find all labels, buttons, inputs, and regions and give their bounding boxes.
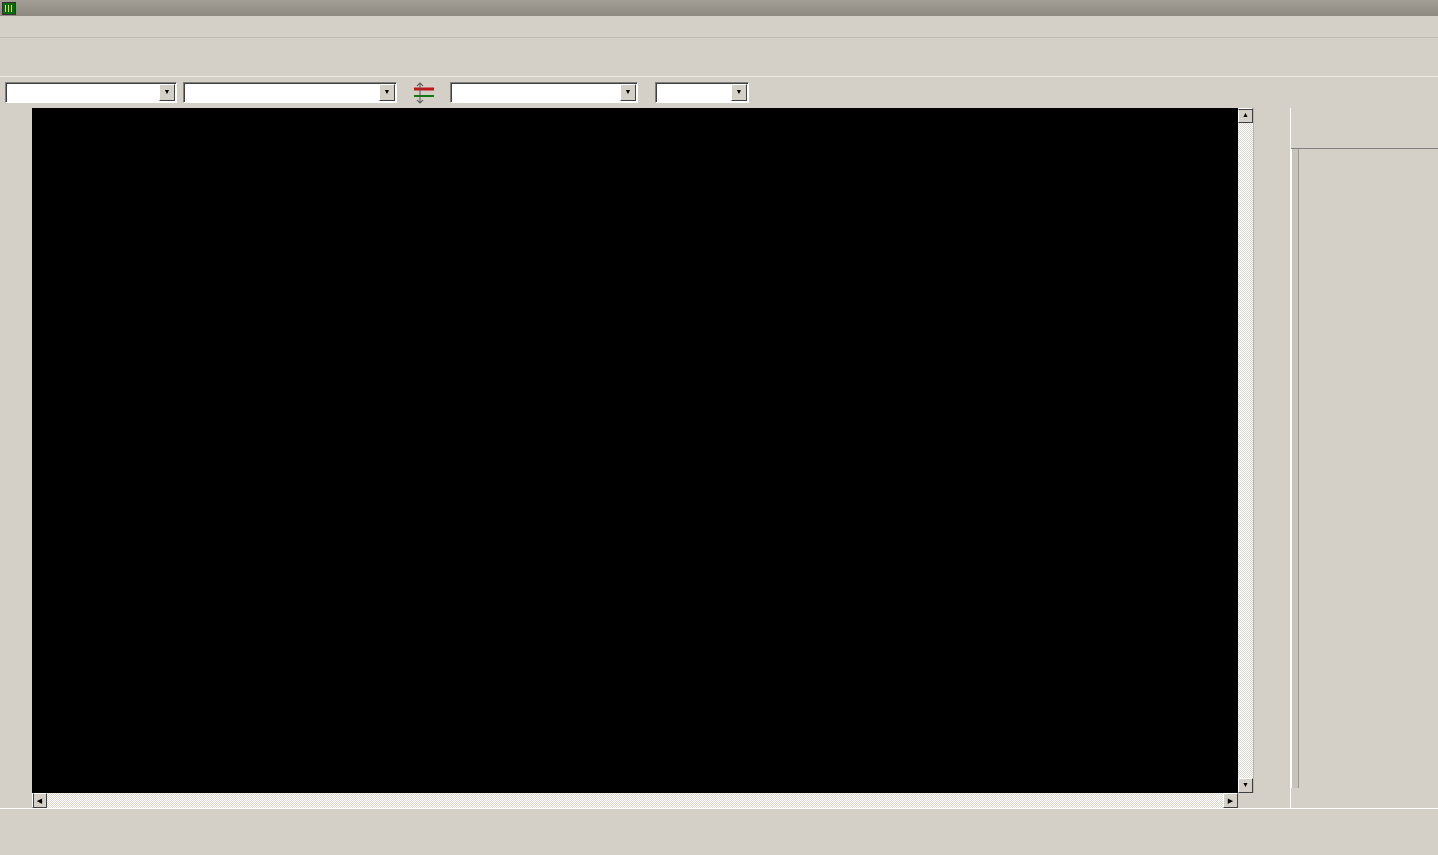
right-tools-toolbar xyxy=(1253,108,1290,793)
chevron-down-icon[interactable]: ▼ xyxy=(620,84,636,101)
layers-manager-tabs xyxy=(1291,126,1438,148)
chevron-down-icon[interactable]: ▼ xyxy=(379,84,395,101)
layers-manager-panel xyxy=(1290,108,1438,808)
chevron-down-icon[interactable]: ▼ xyxy=(731,84,747,101)
zoom-select[interactable]: ▼ xyxy=(655,82,749,103)
auto-track-width-toggle[interactable] xyxy=(410,79,437,106)
title-bar xyxy=(0,0,1438,16)
layers-manager-title xyxy=(1291,108,1438,126)
parameters-toolbar: ▼ ▼ ▼ ▼ xyxy=(0,76,1438,108)
scroll-left-icon[interactable]: ◀ xyxy=(32,793,47,808)
scroll-right-icon[interactable]: ▶ xyxy=(1223,793,1238,808)
vertical-scroll-thumb[interactable] xyxy=(1238,108,1253,110)
scroll-up-icon[interactable]: ▲ xyxy=(1238,108,1253,123)
pcb-canvas[interactable] xyxy=(32,108,1238,793)
layers-list-scrollbar[interactable] xyxy=(1291,149,1299,788)
status-bar xyxy=(0,808,1438,844)
menu-bar xyxy=(0,16,1438,38)
pcb-drawing xyxy=(32,108,1238,793)
board-counters xyxy=(0,809,1438,812)
horizontal-scrollbar[interactable]: ◀ ▶ xyxy=(32,793,1238,808)
scroll-down-icon[interactable]: ▼ xyxy=(1238,778,1253,793)
user-grid-select[interactable]: ▼ xyxy=(450,82,638,103)
track-width-select[interactable]: ▼ xyxy=(5,82,177,103)
chevron-down-icon[interactable]: ▼ xyxy=(159,84,175,101)
pcbnew-app-icon xyxy=(2,2,16,15)
horizontal-scroll-thumb[interactable] xyxy=(32,793,34,808)
auto-track-width-icon xyxy=(412,81,436,105)
left-options-toolbar xyxy=(0,108,32,793)
main-toolbar xyxy=(0,38,1438,76)
cursor-readouts xyxy=(0,837,1438,855)
vertical-scrollbar[interactable]: ▲ ▼ xyxy=(1238,108,1253,793)
layer-list xyxy=(1299,149,1438,788)
via-size-select[interactable]: ▼ xyxy=(183,82,397,103)
